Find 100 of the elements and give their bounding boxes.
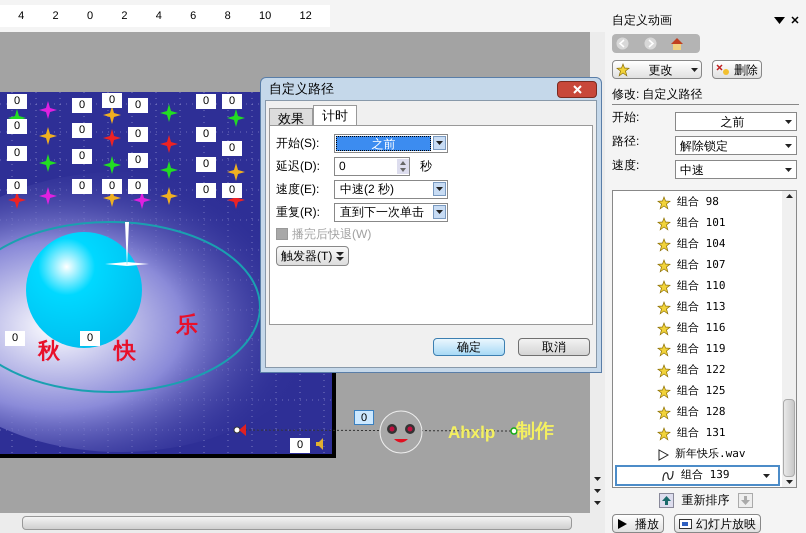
pane-title: 自定义动画 <box>612 12 672 29</box>
remove-button[interactable]: 删除 <box>712 60 762 79</box>
star-icon <box>657 216 671 230</box>
animation-item[interactable]: 新年快乐.wav <box>613 444 782 465</box>
setting-dropdown[interactable]: 之前 <box>675 112 797 131</box>
animation-item[interactable]: 组合 128 <box>613 402 782 423</box>
animation-item[interactable]: 组合 139 <box>615 465 780 486</box>
animation-item[interactable]: 组合 101 <box>613 213 782 234</box>
animation-order-tag: 0 <box>72 149 92 164</box>
animation-order-tag: 0 <box>72 98 92 113</box>
animation-order-tag: 0 <box>196 183 216 198</box>
animation-order-tag: 0 <box>102 93 122 108</box>
ruler-number: 4 <box>156 8 162 24</box>
dropdown-field[interactable]: 直到下一次单击 <box>334 202 448 222</box>
animation-item[interactable]: 组合 110 <box>613 276 782 297</box>
animation-order-tag: 0 <box>128 153 148 168</box>
animation-order-tag: 0 <box>102 179 122 194</box>
move-up-icon[interactable] <box>658 492 674 508</box>
star-icon <box>657 406 671 420</box>
star-icon <box>657 196 671 210</box>
animation-order-tag: 0 <box>72 179 92 194</box>
unit-label: 秒 <box>420 158 432 175</box>
caret-icon <box>691 68 698 72</box>
close-button[interactable] <box>557 80 597 98</box>
smiley-face-drawing <box>378 409 424 455</box>
change-button[interactable]: 更改 <box>612 60 702 79</box>
horizontal-scrollbar[interactable] <box>0 513 605 533</box>
animation-order-tag: 0 <box>222 141 242 156</box>
spin-arrows-icon[interactable] <box>397 158 409 174</box>
dropdown-field[interactable]: 中速(2 秒) <box>334 180 448 198</box>
ruler-number: 12 <box>300 8 312 24</box>
ruler-number: 10 <box>258 8 272 24</box>
animation-order-tag: 0 <box>7 119 27 134</box>
field-label: 重复(R): <box>276 204 321 221</box>
star-icon <box>657 238 671 252</box>
animation-order-tag: 0 <box>196 127 216 142</box>
animation-item[interactable]: 组合 122 <box>613 360 782 381</box>
motion-path-icon <box>661 468 675 482</box>
setting-label: 速度: <box>612 157 640 174</box>
animation-order-tag: 0 <box>128 127 148 142</box>
remove-star-icon <box>716 64 730 76</box>
checkbox-label: 播完后快退(W) <box>292 226 372 243</box>
caret-icon <box>763 474 770 478</box>
caret-icon <box>785 144 792 148</box>
animation-order-tag: 0 <box>222 94 242 109</box>
title-character: 秋 <box>38 340 60 362</box>
star-icon <box>657 258 671 272</box>
close-icon[interactable] <box>791 16 799 24</box>
setting-label: 开始: <box>612 109 640 126</box>
dialog-button[interactable]: 确定 <box>433 338 505 356</box>
animation-order-tag: 0 <box>354 410 374 425</box>
scroll-up-icon <box>786 194 792 198</box>
animation-item[interactable]: 组合 116 <box>613 318 782 339</box>
star-icon <box>657 322 671 336</box>
forward-icon[interactable] <box>644 37 657 50</box>
play-button[interactable]: 播放 <box>612 514 664 533</box>
caret-icon <box>436 141 443 145</box>
animation-item[interactable]: 组合 119 <box>613 339 782 360</box>
list-scrollbar[interactable] <box>782 191 796 487</box>
caret-icon <box>436 210 443 214</box>
play-icon <box>617 518 627 528</box>
dialog-tab[interactable]: 计时 <box>313 105 357 125</box>
setting-dropdown[interactable]: 中速 <box>675 160 797 179</box>
title-character: 快 <box>114 340 136 362</box>
scroll-down-icon <box>786 480 792 484</box>
caret-icon <box>436 187 443 191</box>
trigger-button[interactable]: 触发器(T) <box>276 246 350 266</box>
ruler-number: 2 <box>121 8 128 24</box>
dropdown-value: 之前 <box>336 136 431 150</box>
slideshow-button[interactable]: 幻灯片放映 <box>674 514 761 533</box>
setting-dropdown[interactable]: 解除锁定 <box>675 136 797 155</box>
animation-item[interactable]: 组合 125 <box>613 381 782 402</box>
animation-order-tag: 0 <box>196 157 216 172</box>
field-label: 开始(S): <box>276 135 320 152</box>
animation-item[interactable]: 组合 107 <box>613 255 782 276</box>
dropdown-triangle-icon[interactable] <box>774 16 785 24</box>
dialog-tab[interactable]: 效果 <box>269 108 313 125</box>
caret-icon <box>785 168 792 172</box>
animation-item[interactable]: 组合 113 <box>613 297 782 318</box>
back-icon[interactable] <box>616 37 629 50</box>
credit-text: 制作 <box>516 420 554 444</box>
animation-item[interactable]: 组合 104 <box>613 234 782 255</box>
field-label: 延迟(D): <box>276 158 321 175</box>
star-icon <box>657 384 671 398</box>
spinner-field[interactable]: 0 <box>334 156 410 176</box>
field-label: 速度(E): <box>276 181 320 198</box>
dropdown-value: 中速(2 秒) <box>339 182 395 196</box>
scroll-thumb[interactable] <box>22 516 572 530</box>
dialog-button[interactable]: 取消 <box>518 338 590 356</box>
star-icon <box>657 300 671 314</box>
dialog-title: 自定义路径 <box>268 80 334 98</box>
animation-order-tag: 0 <box>290 438 310 453</box>
animation-order-tag: 0 <box>5 331 25 346</box>
animation-item[interactable]: 组合 98 <box>613 192 782 213</box>
ruler-number: 4 <box>18 8 24 24</box>
screen-icon <box>679 518 692 528</box>
move-down-icon[interactable] <box>738 492 752 508</box>
home-icon[interactable] <box>670 37 684 50</box>
scroll-thumb[interactable] <box>783 399 795 477</box>
animation-item[interactable]: 组合 131 <box>613 423 782 444</box>
